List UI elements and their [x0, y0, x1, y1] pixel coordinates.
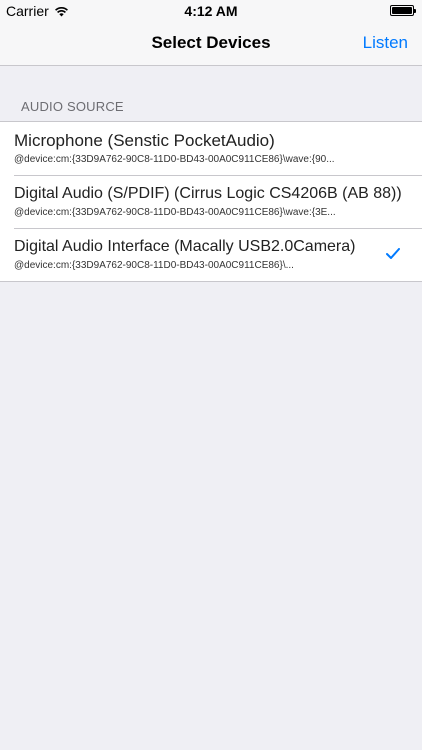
checkmark-icon [386, 248, 400, 259]
status-bar: Carrier 4:12 AM [0, 0, 422, 22]
device-name: Digital Audio (S/PDIF) (Cirrus Logic CS4… [14, 185, 402, 202]
device-path: @device:cm:{33D9A762-90C8-11D0-BD43-00A0… [14, 154, 335, 165]
device-list: Microphone (Senstic PocketAudio) @device… [0, 121, 422, 282]
navigation-bar: Select Devices Listen [0, 22, 422, 66]
listen-button[interactable]: Listen [363, 33, 408, 53]
device-name: Microphone (Senstic PocketAudio) [14, 131, 275, 150]
status-time: 4:12 AM [184, 3, 238, 19]
battery-fill [392, 7, 412, 14]
section-header-audio-source: AUDIO SOURCE [21, 99, 124, 114]
device-path: @device:cm:{33D9A762-90C8-11D0-BD43-00A0… [14, 207, 336, 218]
page-title: Select Devices [151, 33, 271, 52]
device-row[interactable]: Digital Audio (S/PDIF) (Cirrus Logic CS4… [0, 175, 422, 228]
device-row-selected[interactable]: Digital Audio Interface (Macally USB2.0C… [0, 228, 422, 281]
device-name: Digital Audio Interface (Macally USB2.0C… [14, 238, 356, 255]
device-row[interactable]: Microphone (Senstic PocketAudio) @device… [0, 122, 422, 175]
device-path: @device:cm:{33D9A762-90C8-11D0-BD43-00A0… [14, 260, 294, 271]
battery-icon [390, 5, 416, 16]
